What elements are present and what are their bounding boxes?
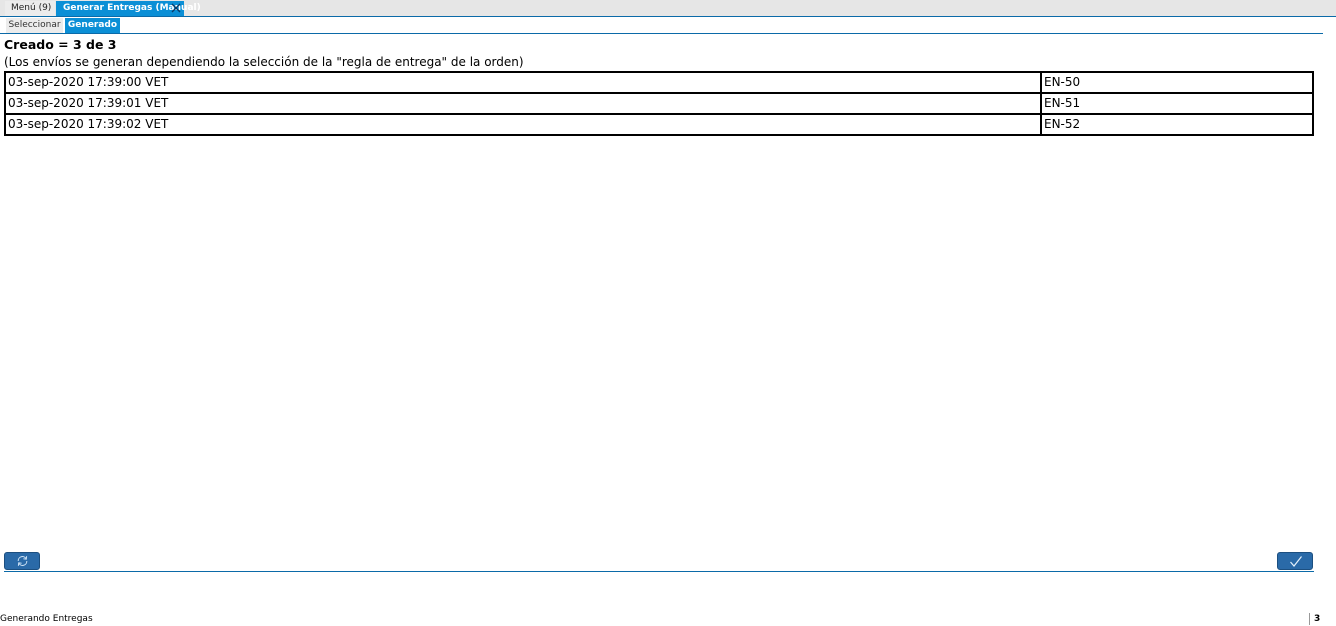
row-document: EN-52 (1041, 114, 1313, 135)
table-row: 03-sep-2020 17:39:00 VET EN-50 (5, 72, 1313, 93)
sub-tab-bar: Seleccionar Generado (0, 17, 1323, 34)
tab-seleccionar[interactable]: Seleccionar (6, 18, 63, 33)
row-date: 03-sep-2020 17:39:00 VET (5, 72, 1041, 93)
refresh-icon (16, 555, 29, 567)
result-title: Creado = 3 de 3 (4, 37, 117, 52)
table-row: 03-sep-2020 17:39:02 VET EN-52 (5, 114, 1313, 135)
results-table: 03-sep-2020 17:39:00 VET EN-50 03-sep-20… (4, 71, 1314, 136)
row-document: EN-51 (1041, 93, 1313, 114)
row-document: EN-50 (1041, 72, 1313, 93)
close-icon[interactable] (171, 3, 181, 13)
status-count: 3 (1314, 614, 1320, 624)
tab-generado[interactable]: Generado (65, 18, 120, 33)
ok-button[interactable] (1277, 552, 1313, 570)
row-date: 03-sep-2020 17:39:02 VET (5, 114, 1041, 135)
table-row: 03-sep-2020 17:39:01 VET EN-51 (5, 93, 1313, 114)
status-message: Generando Entregas (0, 614, 93, 624)
check-icon (1289, 555, 1303, 568)
row-date: 03-sep-2020 17:39:01 VET (5, 93, 1041, 114)
tab-generar-entregas[interactable]: Generar Entregas (Manual) (56, 1, 184, 16)
result-note: (Los envíos se generan dependiendo la se… (4, 55, 524, 69)
window-tab-bar: Menú (9) Generar Entregas (Manual) (0, 0, 1336, 17)
status-separator (1309, 613, 1310, 625)
tab-menu[interactable]: Menú (9) (5, 1, 55, 16)
refresh-button[interactable] (4, 552, 40, 570)
footer-divider (4, 571, 1314, 572)
